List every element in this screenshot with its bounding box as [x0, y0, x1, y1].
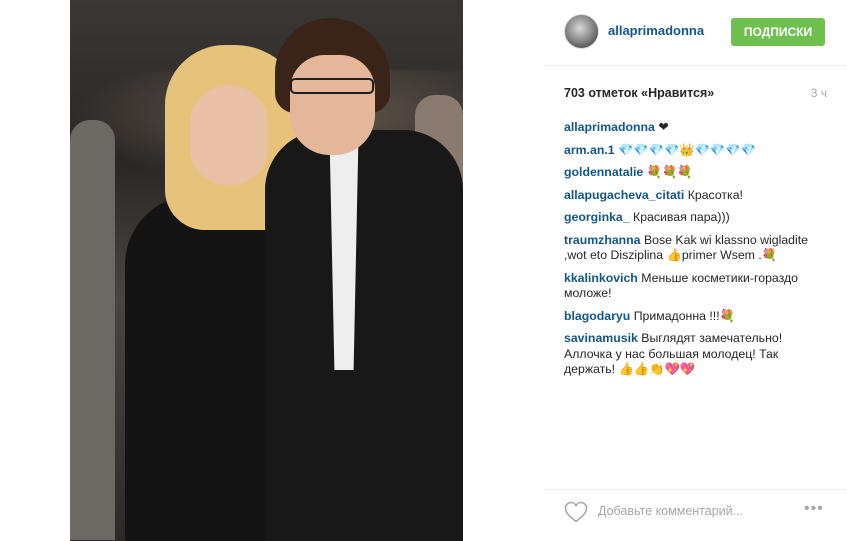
comment-username[interactable]: arm.an.1	[564, 143, 615, 157]
heart-icon[interactable]	[564, 501, 588, 523]
likes-row: 703 отметок «Нравится» 3 ч	[564, 86, 827, 100]
post-sidebar: allaprimadonna ПОДПИСКИ 703 отметок «Нра…	[544, 0, 847, 541]
avatar[interactable]	[564, 14, 599, 49]
list-item: georginka_ Красивая пара)))	[564, 210, 829, 226]
comment-text: Красотка!	[687, 187, 743, 202]
comment-text: ❤	[658, 120, 669, 134]
comment-text: 💐💐💐	[646, 165, 693, 179]
post-time[interactable]: 3 ч	[811, 86, 827, 100]
list-item: blagodaryu Примадонна !!!💐	[564, 309, 829, 325]
comment-input[interactable]: Добавьте комментарий...	[598, 504, 743, 518]
list-item: arm.an.1 💎💎💎💎👑💎💎💎💎	[564, 143, 829, 159]
post-header: allaprimadonna ПОДПИСКИ	[544, 0, 847, 66]
left-gutter	[0, 0, 70, 541]
post-username[interactable]: allaprimadonna	[608, 23, 704, 38]
comments-list: allaprimadonna ❤ arm.an.1 💎💎💎💎👑💎💎💎💎 gold…	[564, 120, 829, 385]
comment-username[interactable]: kkalinkovich	[564, 271, 638, 285]
list-item: savinamusik Выглядят замечательно! Аллоч…	[564, 331, 829, 378]
comment-text: 💎💎💎💎👑💎💎💎💎	[618, 142, 756, 157]
list-item: allapugacheva_citati Красотка!	[564, 188, 829, 204]
follow-button[interactable]: ПОДПИСКИ	[731, 18, 825, 46]
post-footer: Добавьте комментарий... •••	[544, 489, 847, 534]
photo-man-body	[265, 130, 463, 541]
comment-username[interactable]: traumzhanna	[564, 233, 641, 247]
photo-man-face	[290, 55, 375, 155]
more-options-icon[interactable]: •••	[804, 500, 824, 518]
comment-text: Красивая пара)))	[633, 210, 730, 224]
list-item: allaprimadonna ❤	[564, 120, 829, 136]
list-item: kkalinkovich Меньше косметики-гораздо мо…	[564, 271, 829, 302]
post-photo[interactable]	[70, 0, 463, 541]
comment-text: Примадонна !!!💐	[633, 308, 735, 323]
comment-username[interactable]: georginka_	[564, 210, 630, 224]
comment-username[interactable]: savinamusik	[564, 331, 638, 345]
likes-count[interactable]: 703 отметок «Нравится»	[564, 86, 714, 100]
photo-woman-face	[190, 85, 268, 185]
comment-username[interactable]: allaprimadonna	[564, 120, 655, 134]
photo-background-person	[70, 120, 115, 540]
photo-man-glasses	[290, 78, 374, 94]
comment-username[interactable]: blagodaryu	[564, 309, 630, 323]
comment-username[interactable]: allapugacheva_citati	[564, 188, 684, 202]
list-item: traumzhanna Bose Kak wi klassno wigladit…	[564, 233, 829, 264]
comment-username[interactable]: goldennatalie	[564, 165, 643, 179]
list-item: goldennatalie 💐💐💐	[564, 165, 829, 181]
